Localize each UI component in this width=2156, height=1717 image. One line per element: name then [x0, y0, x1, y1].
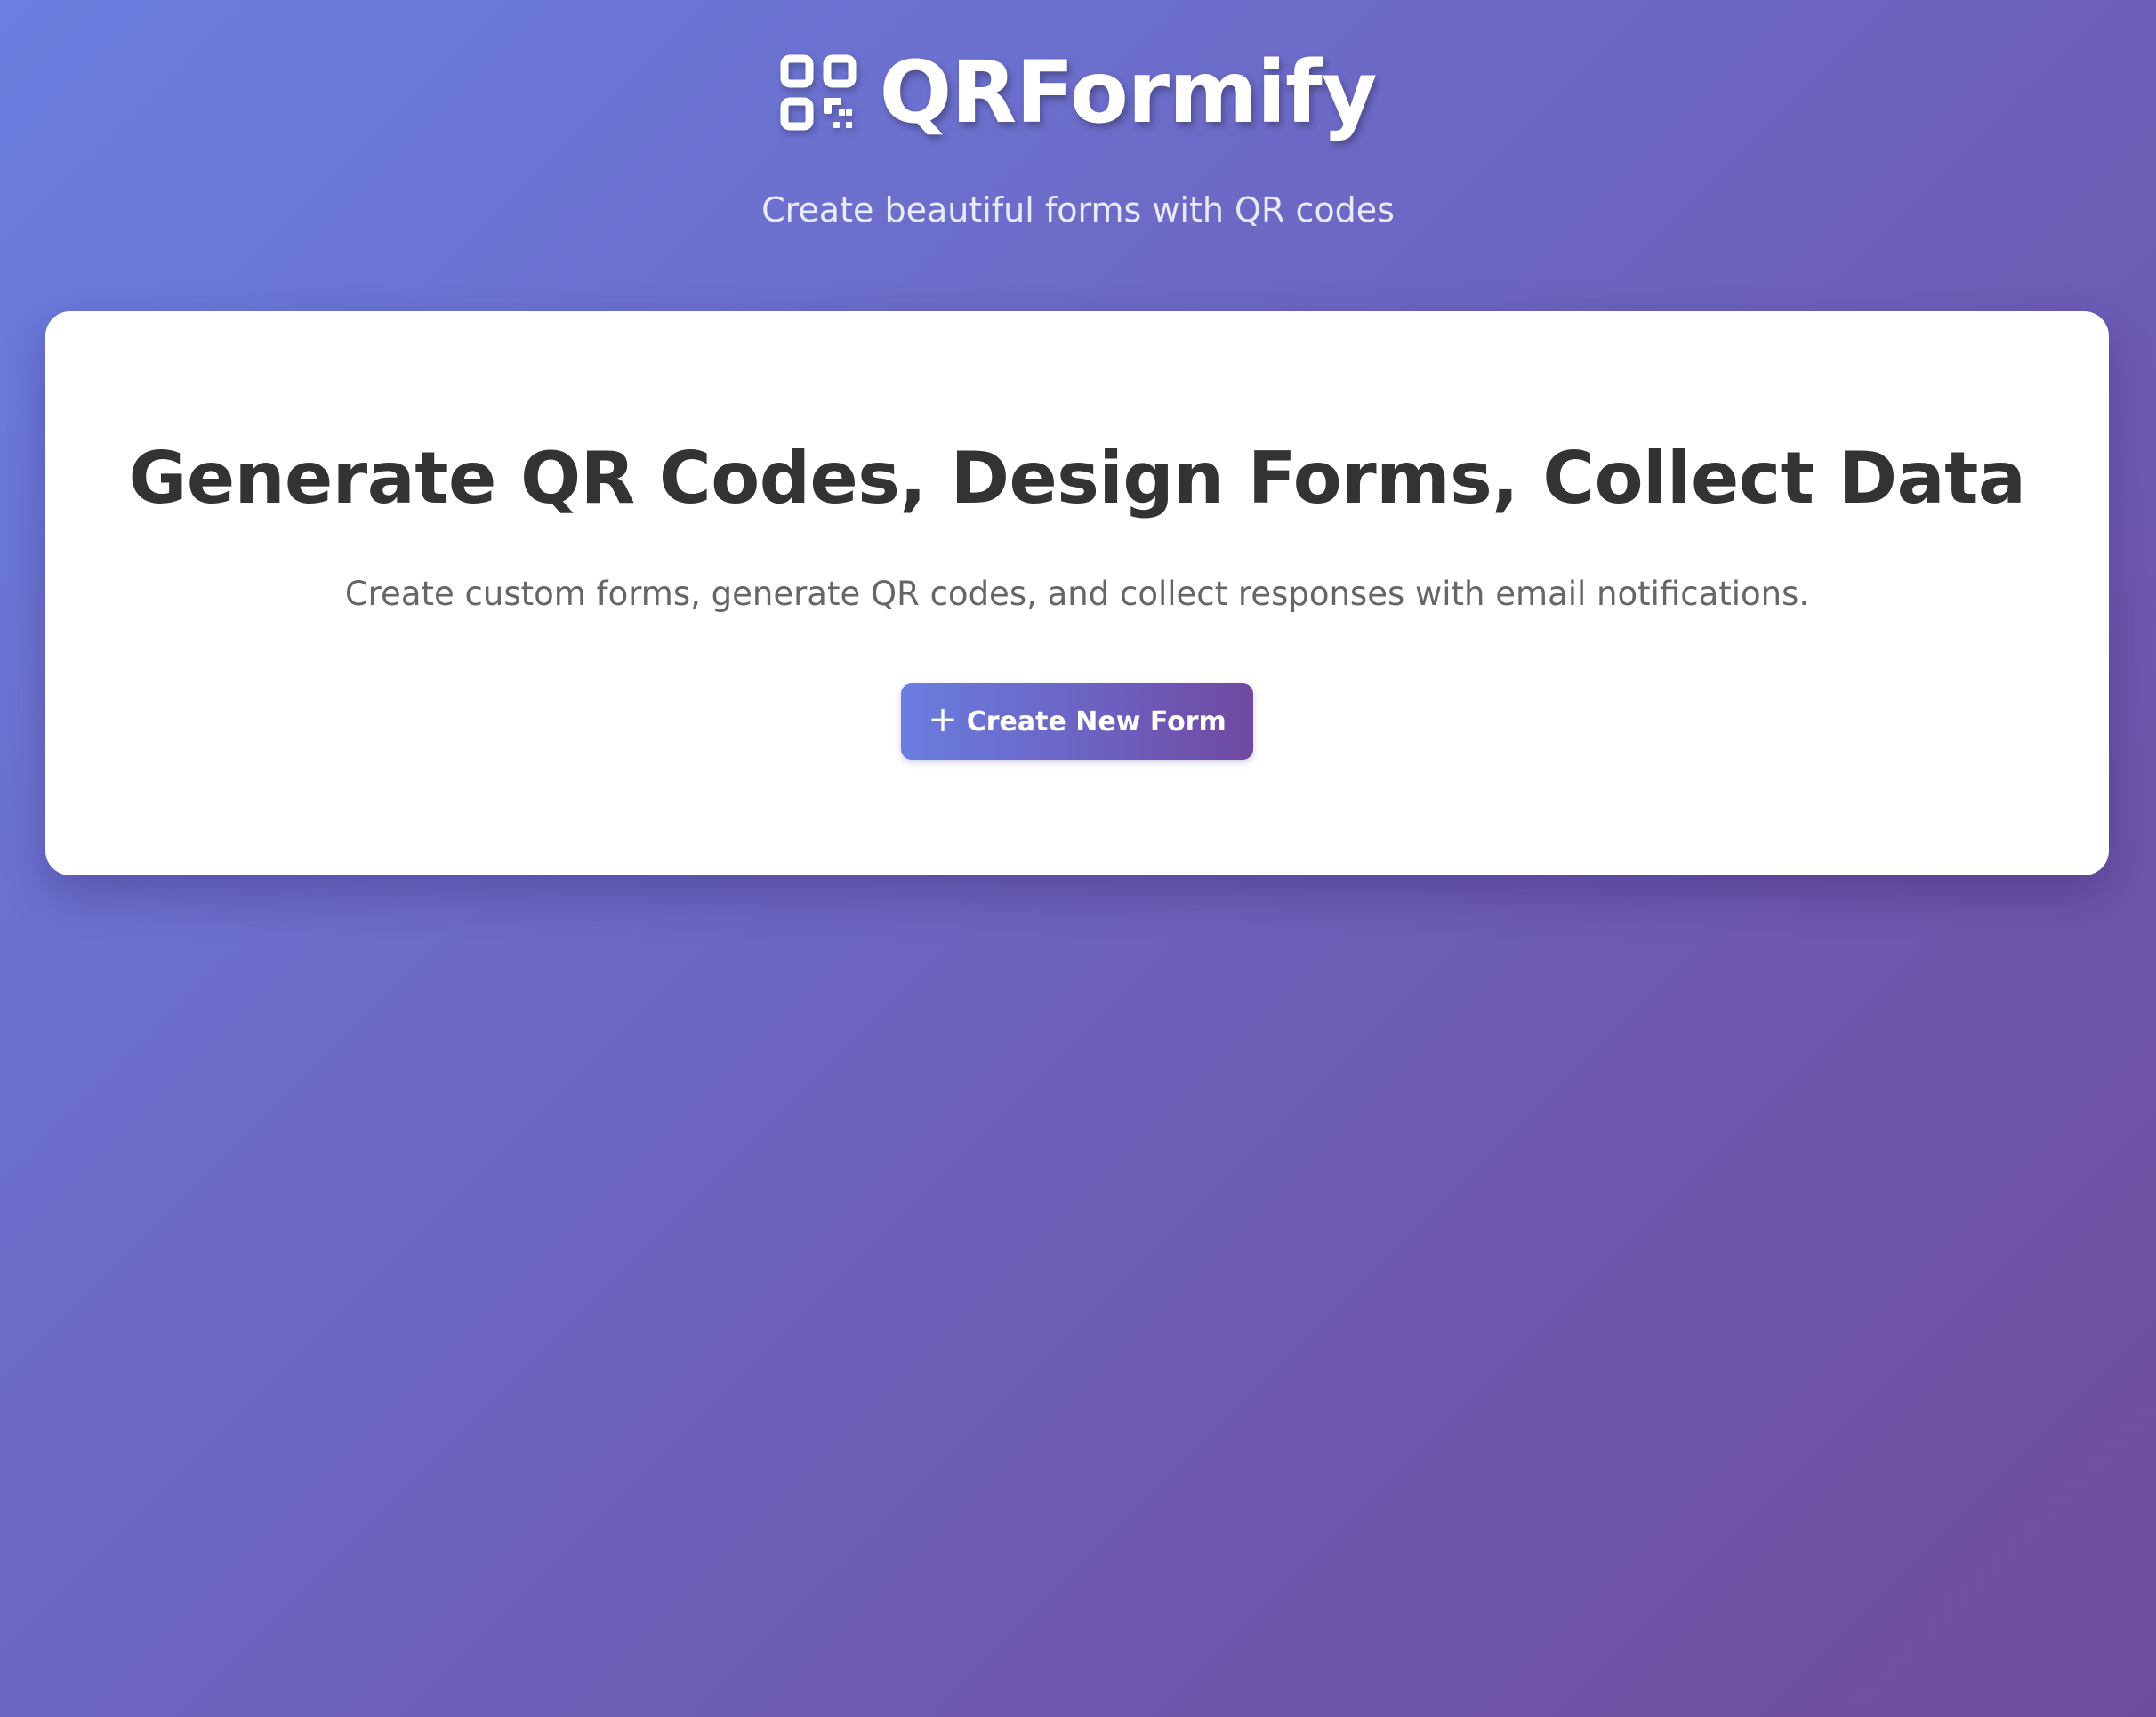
create-new-form-button[interactable]: + Create New Form	[901, 683, 1253, 760]
qrcode-icon	[780, 54, 857, 131]
brand-name: QRFormify	[879, 43, 1378, 142]
create-new-form-label: Create New Form	[966, 705, 1227, 738]
tagline: Create beautiful forms with QR codes	[761, 190, 1395, 230]
hero-subtitle: Create custom forms, generate QR codes, …	[344, 575, 1810, 613]
plus-icon: +	[928, 699, 958, 740]
brand: QRFormify	[0, 50, 2156, 135]
page-header: QRFormify Create beautiful forms with QR…	[0, 0, 2156, 267]
hero-card: Generate QR Codes, Design Forms, Collect…	[45, 311, 2109, 875]
hero-title: Generate QR Codes, Design Forms, Collect…	[128, 437, 2026, 520]
